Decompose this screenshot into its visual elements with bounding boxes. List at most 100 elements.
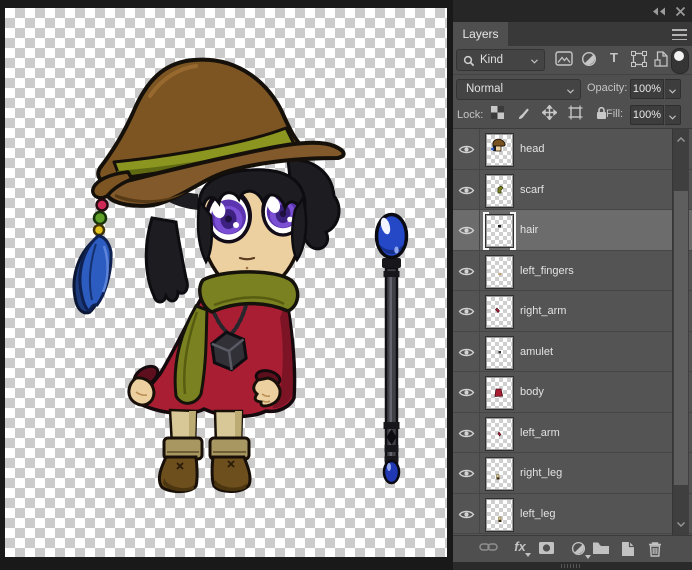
eye-icon <box>458 469 475 478</box>
smart-object-filter-icon[interactable] <box>651 51 671 69</box>
layer-name: amulet <box>520 345 554 358</box>
new-adjustment-layer-icon[interactable] <box>567 541 591 559</box>
fill-value[interactable]: 100% <box>630 105 664 125</box>
pixel-layer-filter-icon[interactable] <box>554 51 574 69</box>
layer-visibility-toggle[interactable] <box>453 493 480 533</box>
layer-thumbnail[interactable] <box>485 173 514 208</box>
layers-list: head scarf hair left_fingers right_arm a… <box>453 128 692 535</box>
blend-mode-value: Normal <box>466 83 504 95</box>
layer-row-amulet[interactable]: amulet <box>453 331 692 372</box>
layer-thumbnail[interactable] <box>485 254 514 289</box>
add-layer-mask-icon[interactable] <box>535 541 557 559</box>
layer-name: right_arm <box>520 305 567 317</box>
layer-row-scarf[interactable]: scarf <box>453 169 692 210</box>
eye-icon <box>458 145 475 154</box>
eye-icon <box>458 348 475 356</box>
layer-thumbnail[interactable] <box>485 133 514 167</box>
link-layers-icon[interactable] <box>477 541 499 559</box>
tab-layers[interactable]: Layers <box>453 22 508 46</box>
search-icon <box>463 55 475 67</box>
shape-layer-filter-icon[interactable] <box>629 51 649 69</box>
layer-row-right_leg[interactable]: right_leg <box>453 453 692 494</box>
kind-filter-dropdown[interactable]: Kind <box>456 49 545 71</box>
layer-visibility-toggle[interactable] <box>453 453 480 493</box>
layers-footer-toolbar: fx <box>453 535 692 562</box>
panel-resize-grip[interactable] <box>453 562 692 570</box>
layer-row-left_fingers[interactable]: left_fingers <box>453 250 692 291</box>
layer-name: right_leg <box>520 467 563 479</box>
eye-icon <box>458 267 475 275</box>
layer-name: hair <box>520 224 539 236</box>
layer-row-hair[interactable]: hair <box>453 210 692 251</box>
layer-thumbnail[interactable] <box>485 295 514 329</box>
layers-scrollbar[interactable] <box>672 129 689 535</box>
hat-beads <box>92 195 109 237</box>
layer-visibility-toggle[interactable] <box>453 331 480 371</box>
layer-visibility-toggle[interactable] <box>453 210 480 250</box>
layer-row-head[interactable]: head <box>453 129 692 170</box>
thumb-art-scarf <box>497 184 504 193</box>
chevron-down-icon <box>567 89 574 94</box>
toggle-knob <box>674 51 684 61</box>
lock-artboard-icon[interactable] <box>564 105 587 123</box>
layer-thumbnail[interactable] <box>485 457 514 491</box>
filter-row: Kind T <box>453 46 692 74</box>
layer-visibility-toggle[interactable] <box>453 169 480 209</box>
eye-icon <box>458 510 475 518</box>
opacity-value[interactable]: 100% <box>630 79 664 99</box>
layer-thumbnail[interactable] <box>483 212 516 250</box>
layer-thumbnail[interactable] <box>485 497 514 532</box>
layer-row-left_arm[interactable]: left_arm <box>453 412 692 453</box>
chin-dot <box>245 266 249 270</box>
opacity-label: Opacity: <box>587 82 628 94</box>
blend-row: Normal Opacity: 100% <box>453 74 692 103</box>
layer-thumbnail[interactable] <box>485 376 514 410</box>
layer-thumbnail[interactable] <box>485 335 514 370</box>
scrollbar-thumb[interactable] <box>674 191 688 485</box>
lock-transparent-pixels-icon[interactable] <box>486 106 509 122</box>
type-layer-filter-icon[interactable]: T <box>604 50 624 68</box>
eye-icon <box>458 186 475 194</box>
document-canvas[interactable] <box>5 8 447 557</box>
layer-visibility-toggle[interactable] <box>453 250 480 290</box>
layer-visibility-toggle[interactable] <box>453 291 480 331</box>
fill-dropdown-button[interactable] <box>665 105 681 125</box>
layer-style-fx-icon[interactable]: fx <box>509 539 531 557</box>
layer-name: left_arm <box>520 426 560 439</box>
panel-menu-icon[interactable] <box>672 29 687 40</box>
eye-icon <box>458 307 475 316</box>
opacity-dropdown-button[interactable] <box>665 79 681 99</box>
layer-row-left_leg[interactable]: left_leg <box>453 493 692 534</box>
right-hand <box>252 376 282 408</box>
layer-name: scarf <box>520 183 544 196</box>
grip-dots <box>561 564 581 568</box>
new-group-icon[interactable] <box>590 541 612 559</box>
new-layer-icon[interactable] <box>617 541 639 559</box>
delete-layer-trash-icon[interactable] <box>644 541 666 559</box>
lock-image-pixels-icon[interactable] <box>512 106 535 123</box>
layer-filter-toggle[interactable] <box>671 48 689 74</box>
scroll-up-arrow[interactable] <box>677 137 685 142</box>
layer-row-body[interactable]: body <box>453 372 692 413</box>
eye-icon <box>458 388 475 397</box>
layer-visibility-toggle[interactable] <box>453 372 480 412</box>
eye-icon <box>458 226 475 235</box>
collapse-panels-icon[interactable] <box>652 7 666 16</box>
mouth <box>238 256 256 261</box>
kind-filter-label: Kind <box>480 54 504 66</box>
scroll-down-arrow[interactable] <box>677 522 685 527</box>
lock-position-icon[interactable] <box>538 104 561 123</box>
adjustment-layer-filter-icon[interactable] <box>579 51 599 69</box>
thumb-art-right-arm <box>495 307 500 313</box>
layer-name: body <box>520 386 544 398</box>
layer-visibility-toggle[interactable] <box>453 412 480 452</box>
layer-thumbnail[interactable] <box>485 416 514 451</box>
lock-label: Lock: <box>457 109 484 121</box>
layer-row-right_arm[interactable]: right_arm <box>453 291 692 332</box>
layer-visibility-toggle[interactable] <box>453 129 480 169</box>
close-icon[interactable] <box>675 6 686 17</box>
lock-row: Lock: Fill: 100% <box>453 102 692 128</box>
chevron-down-icon <box>531 59 538 64</box>
thumb-art-head <box>491 138 506 152</box>
blend-mode-dropdown[interactable]: Normal <box>456 79 581 100</box>
